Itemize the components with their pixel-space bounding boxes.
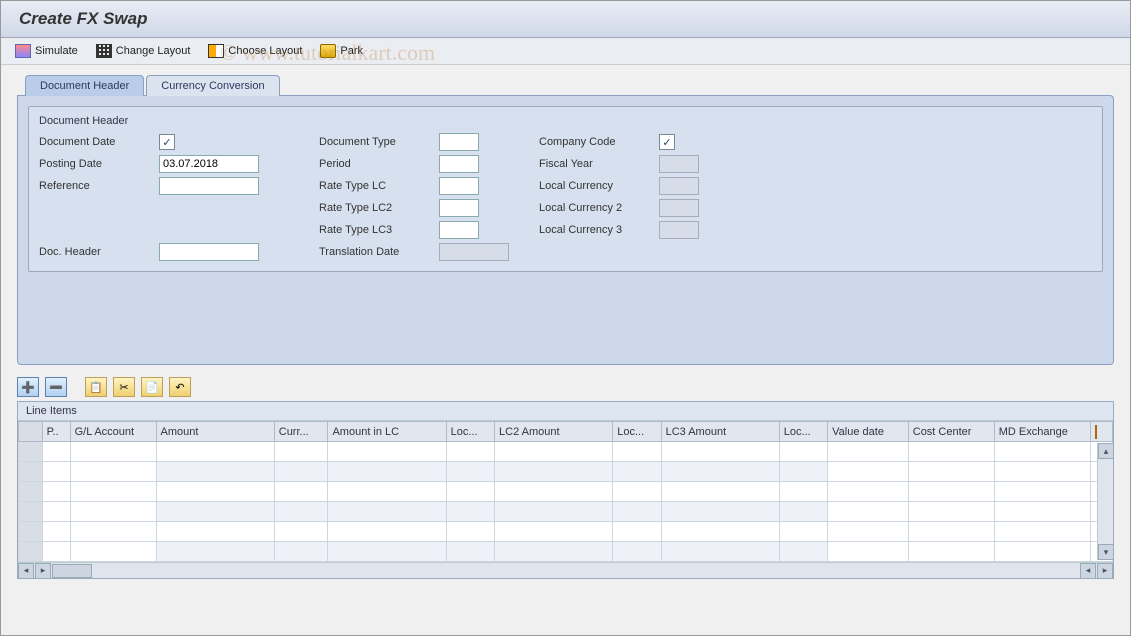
rate-type-lc-input[interactable] [439, 177, 479, 195]
table-row[interactable] [19, 462, 1113, 482]
local-currency2-input [659, 199, 699, 217]
scroll-left-icon[interactable]: ◂ [18, 563, 34, 579]
header-bar: Create FX Swap [1, 1, 1130, 38]
col-config[interactable] [1091, 422, 1113, 442]
local-currency-label: Local Currency [539, 180, 659, 192]
rate-type-lc2-label: Rate Type LC2 [319, 202, 439, 214]
grid-btn-undo[interactable]: ↶ [169, 377, 191, 397]
col-amount[interactable]: Amount [156, 422, 274, 442]
grid-toolbar: ➕ ➖ 📋 ✂ 📄 ↶ [17, 375, 1114, 399]
col-value-date[interactable]: Value date [828, 422, 909, 442]
grid-btn-paste[interactable]: 📄 [141, 377, 163, 397]
col-loc3[interactable]: Loc... [779, 422, 827, 442]
document-date-label: Document Date [39, 136, 159, 148]
col-p[interactable]: P.. [42, 422, 70, 442]
form-grid: Document Date Document Type Company Code… [39, 133, 1092, 261]
local-currency2-label: Local Currency 2 [539, 202, 659, 214]
grid-icon [96, 44, 112, 58]
document-header-fieldset: Document Header Document Date Document T… [28, 106, 1103, 272]
change-layout-label: Change Layout [116, 45, 191, 57]
col-loc2[interactable]: Loc... [613, 422, 661, 442]
save-icon [320, 44, 336, 58]
posting-date-label: Posting Date [39, 158, 159, 170]
posting-date-input[interactable] [159, 155, 259, 173]
scroll-right2-icon[interactable]: ▸ [1097, 563, 1113, 579]
grid-table-wrap: P.. G/L Account Amount Curr... Amount in… [18, 421, 1113, 578]
document-type-input[interactable] [439, 133, 479, 151]
scroll-down-icon[interactable]: ▾ [1098, 544, 1114, 560]
grid-btn-copy[interactable]: 📋 [85, 377, 107, 397]
local-currency-input [659, 177, 699, 195]
col-cost-center[interactable]: Cost Center [908, 422, 994, 442]
change-layout-button[interactable]: Change Layout [96, 44, 191, 58]
scroll-thumb-left[interactable] [52, 564, 92, 578]
company-code-check[interactable] [659, 134, 675, 150]
horizontal-scrollbar[interactable]: ◂ ▸ ◂ ▸ [18, 562, 1113, 578]
content-area: Document Header Currency Conversion Docu… [1, 65, 1130, 589]
choose-layout-button[interactable]: Choose Layout [208, 44, 302, 58]
table-row[interactable] [19, 522, 1113, 542]
col-amount-in-lc[interactable]: Amount in LC [328, 422, 446, 442]
table-header-row: P.. G/L Account Amount Curr... Amount in… [19, 422, 1113, 442]
grid-title: Line Items [18, 402, 1113, 421]
document-type-label: Document Type [319, 136, 439, 148]
fiscal-year-label: Fiscal Year [539, 158, 659, 170]
rate-type-lc2-input[interactable] [439, 199, 479, 217]
scroll-right-icon[interactable]: ▸ [35, 563, 51, 579]
local-currency3-label: Local Currency 3 [539, 224, 659, 236]
table-config-icon [1095, 425, 1097, 439]
reference-label: Reference [39, 180, 159, 192]
col-lc2-amount[interactable]: LC2 Amount [495, 422, 613, 442]
tab-strip: Document Header Currency Conversion [25, 75, 1114, 96]
vertical-scrollbar[interactable]: ▴ ▾ [1097, 443, 1113, 560]
simulate-label: Simulate [35, 45, 78, 57]
col-select[interactable] [19, 422, 43, 442]
tab-panel: Document Header Document Date Document T… [17, 95, 1114, 365]
rate-type-lc3-label: Rate Type LC3 [319, 224, 439, 236]
period-input[interactable] [439, 155, 479, 173]
grid-choose-icon [208, 44, 224, 58]
period-label: Period [319, 158, 439, 170]
fiscal-year-input [659, 155, 699, 173]
col-curr[interactable]: Curr... [274, 422, 328, 442]
company-code-label: Company Code [539, 136, 659, 148]
table-row[interactable] [19, 482, 1113, 502]
grid-btn-insert-row[interactable]: ➕ [17, 377, 39, 397]
park-label: Park [340, 45, 363, 57]
fieldset-legend: Document Header [39, 113, 1092, 133]
reference-input[interactable] [159, 177, 259, 195]
simulate-button[interactable]: Simulate [15, 44, 78, 58]
table-row[interactable] [19, 502, 1113, 522]
local-currency3-input [659, 221, 699, 239]
document-date-check[interactable] [159, 134, 175, 150]
col-gl-account[interactable]: G/L Account [70, 422, 156, 442]
grid-btn-cut[interactable]: ✂ [113, 377, 135, 397]
translation-date-label: Translation Date [319, 246, 439, 258]
col-md-exchange[interactable]: MD Exchange [994, 422, 1091, 442]
tab-currency-conversion[interactable]: Currency Conversion [146, 75, 279, 96]
choose-layout-label: Choose Layout [228, 45, 302, 57]
doc-header-input[interactable] [159, 243, 259, 261]
grid-btn-delete-row[interactable]: ➖ [45, 377, 67, 397]
table-row[interactable] [19, 542, 1113, 562]
table-row[interactable] [19, 442, 1113, 462]
translation-date-input [439, 243, 509, 261]
tab-document-header[interactable]: Document Header [25, 75, 144, 96]
rate-type-lc-label: Rate Type LC [319, 180, 439, 192]
page-title: Create FX Swap [19, 9, 1112, 29]
col-lc3-amount[interactable]: LC3 Amount [661, 422, 779, 442]
line-items-grid-wrap: Line Items P.. G/L Account Amount Curr..… [17, 401, 1114, 579]
col-loc1[interactable]: Loc... [446, 422, 494, 442]
main-toolbar: Simulate Change Layout Choose Layout Par… [1, 38, 1130, 65]
park-button[interactable]: Park [320, 44, 363, 58]
simulate-icon [15, 44, 31, 58]
scroll-up-icon[interactable]: ▴ [1098, 443, 1114, 459]
doc-header-label: Doc. Header [39, 246, 159, 258]
line-items-table: P.. G/L Account Amount Curr... Amount in… [18, 421, 1113, 562]
scroll-left2-icon[interactable]: ◂ [1080, 563, 1096, 579]
rate-type-lc3-input[interactable] [439, 221, 479, 239]
